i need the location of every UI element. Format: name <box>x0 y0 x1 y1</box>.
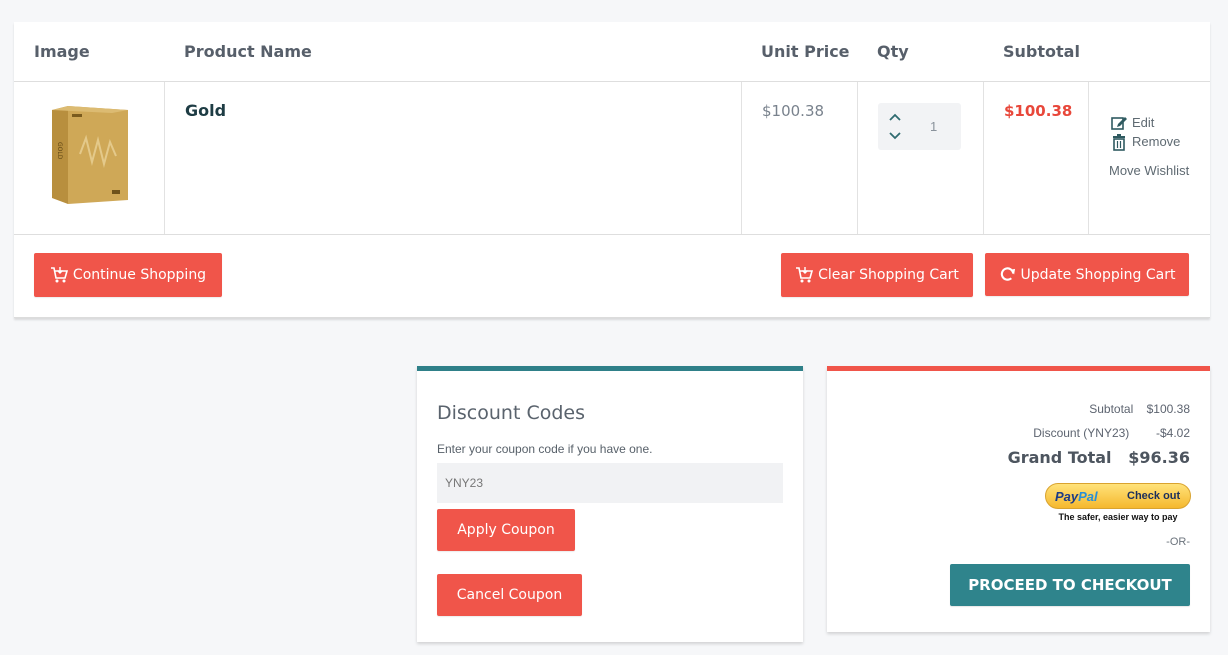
column-divider <box>1088 82 1089 234</box>
header-unit-price: Unit Price <box>761 42 850 61</box>
apply-coupon-button[interactable]: Apply Coupon <box>437 509 575 551</box>
remove-link[interactable]: Remove <box>1132 134 1180 149</box>
column-divider <box>164 82 165 234</box>
refresh-icon <box>1000 267 1015 281</box>
cancel-coupon-label: Cancel Coupon <box>456 587 563 603</box>
edit-icon[interactable] <box>1110 114 1128 132</box>
continue-shopping-button[interactable]: Continue Shopping <box>34 253 222 297</box>
cart-icon <box>796 267 814 283</box>
update-cart-label: Update Shopping Cart <box>1020 266 1176 283</box>
cart-icon <box>50 267 68 283</box>
paypal-logo: PayPal <box>1055 489 1098 504</box>
discount-value: -$4.02 <box>1155 426 1190 440</box>
header-qty: Qty <box>877 42 909 61</box>
header-product-name: Product Name <box>184 42 312 61</box>
cart-table-header: Image Product Name Unit Price Qty Subtot… <box>14 22 1210 82</box>
quantity-input[interactable]: 1 <box>930 119 937 134</box>
table-row: GOLD Gold $100.38 1 $100.38 Edit Remove … <box>14 82 1210 235</box>
paypal-tagline: The safer, easier way to pay <box>1058 512 1178 522</box>
or-separator: -OR- <box>1166 536 1190 548</box>
discount-description: Enter your coupon code if you have one. <box>437 442 653 456</box>
continue-shopping-label: Continue Shopping <box>72 267 207 283</box>
grand-total-label: Grand Total <box>1007 448 1112 467</box>
discount-line: Discount (YNY23) -$4.02 <box>1033 426 1190 440</box>
trash-icon[interactable] <box>1110 133 1128 151</box>
paypal-checkout-button[interactable]: PayPal Check out The safer, easier way t… <box>1045 483 1191 525</box>
coupon-input[interactable] <box>437 463 783 503</box>
paypal-checkout-label: Check out <box>1127 490 1181 502</box>
proceed-to-checkout-button[interactable]: PROCEED TO CHECKOUT <box>950 564 1190 606</box>
clear-cart-button[interactable]: Clear Shopping Cart <box>781 253 973 297</box>
header-subtotal: Subtotal <box>1003 42 1080 61</box>
cart-table: Image Product Name Unit Price Qty Subtot… <box>14 22 1210 318</box>
chevron-down-icon[interactable] <box>887 129 903 143</box>
product-image[interactable]: GOLD <box>50 104 130 208</box>
grand-total: Grand Total $96.36 <box>1008 448 1190 467</box>
clear-cart-label: Clear Shopping Cart <box>818 267 959 283</box>
product-name-link[interactable]: Gold <box>185 101 226 120</box>
order-totals-panel: Subtotal $100.38 Discount (YNY23) -$4.02… <box>827 366 1210 632</box>
edit-link[interactable]: Edit <box>1132 115 1154 130</box>
row-subtotal: $100.38 <box>1004 102 1073 120</box>
update-cart-button[interactable]: Update Shopping Cart <box>985 253 1189 296</box>
paypal-logo-pal: Pal <box>1078 489 1098 504</box>
paypal-logo-pay: Pay <box>1055 489 1079 504</box>
grand-total-value: $96.36 <box>1128 448 1190 467</box>
subtotal-value: $100.38 <box>1146 402 1190 416</box>
column-divider <box>983 82 984 234</box>
column-divider <box>741 82 742 234</box>
move-wishlist-link[interactable]: Move Wishlist <box>1109 163 1189 178</box>
chevron-up-icon[interactable] <box>887 110 903 124</box>
checkout-label: PROCEED TO CHECKOUT <box>968 576 1172 594</box>
discount-label: Discount (YNY23) <box>1033 426 1130 440</box>
svg-text:GOLD: GOLD <box>56 142 63 160</box>
paypal-pill[interactable]: PayPal Check out <box>1045 483 1191 509</box>
unit-price: $100.38 <box>762 102 825 120</box>
subtotal-line: Subtotal $100.38 <box>1089 402 1190 416</box>
header-image: Image <box>34 42 90 61</box>
apply-coupon-label: Apply Coupon <box>457 522 555 538</box>
cancel-coupon-button[interactable]: Cancel Coupon <box>437 574 582 616</box>
column-divider <box>857 82 858 234</box>
discount-codes-panel: Discount Codes Enter your coupon code if… <box>417 366 803 642</box>
quantity-stepper[interactable]: 1 <box>878 103 961 150</box>
discount-title: Discount Codes <box>437 402 585 424</box>
subtotal-label: Subtotal <box>1089 402 1134 416</box>
